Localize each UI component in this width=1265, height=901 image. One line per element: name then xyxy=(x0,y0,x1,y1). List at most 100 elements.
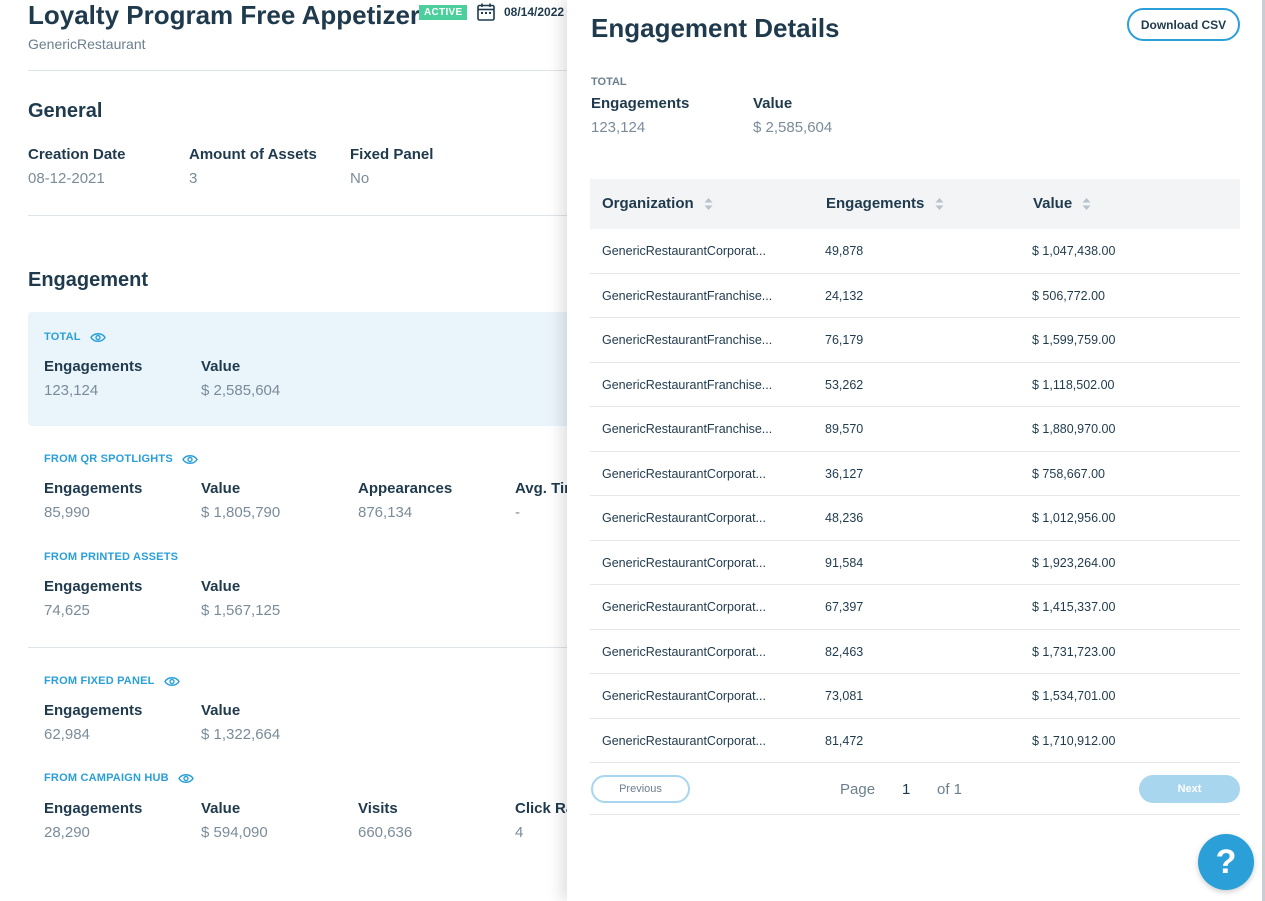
cell-value: $ 1,731,723.00 xyxy=(1032,644,1116,659)
cell-organization: GenericRestaurantCorporat... xyxy=(602,733,766,748)
fixed-engagements-value: 62,984 xyxy=(44,726,90,743)
eye-icon[interactable] xyxy=(182,454,198,465)
fixed-panel-source-label: FROM FIXED PANEL xyxy=(44,675,180,687)
table-row: GenericRestaurantFranchise... 53,262 $ 1,1… xyxy=(590,363,1240,407)
qr-value: $ 1,805,790 xyxy=(201,504,281,521)
divider xyxy=(28,70,568,71)
qr-appearances-label: Appearances xyxy=(358,480,453,497)
hub-engagements-value: 28,290 xyxy=(44,824,90,841)
cell-organization: GenericRestaurantFranchise... xyxy=(602,377,773,392)
table-row: GenericRestaurantCorporat... 81,472 $ 1,71… xyxy=(590,719,1240,763)
fixed-panel-label: Fixed Panel xyxy=(350,146,434,163)
engagement-details-drawer: Engagement Details Download CSV TOTAL En… xyxy=(567,0,1265,901)
qr-appearances-value: 876,134 xyxy=(358,504,413,521)
qr-avg-time-label: Avg. Tir xyxy=(515,480,571,497)
organization-name: GenericRestaurant xyxy=(28,36,146,52)
drawer-total-label: TOTAL xyxy=(591,76,627,88)
total-value-label: Value xyxy=(201,358,241,375)
total-engagements-value: 123,124 xyxy=(44,382,99,399)
cell-organization: GenericRestaurantCorporat... xyxy=(602,511,766,525)
cell-value: $ 1,923,264.00 xyxy=(1032,555,1116,570)
assets-label: Amount of Assets xyxy=(189,146,317,163)
cell-engagements: 73,081 xyxy=(825,689,864,703)
table-row: GenericRestaurantCorporat... 91,584 $ 1,92… xyxy=(590,541,1240,585)
table-row: GenericRestaurantCorporat... 48,236 $ 1,01… xyxy=(590,496,1240,541)
cell-engagements: 81,472 xyxy=(825,733,864,748)
cell-engagements: 82,463 xyxy=(825,644,864,659)
cell-value: $ 1,710,912.00 xyxy=(1032,733,1116,748)
table-row: GenericRestaurantCorporat... 67,397 $ 1,41… xyxy=(590,585,1240,630)
column-header-value[interactable]: Value xyxy=(1033,195,1091,212)
total-value: $ 2,585,604 xyxy=(201,382,281,399)
hub-engagements-label: Engagements xyxy=(44,800,143,817)
sort-icon[interactable] xyxy=(935,197,944,211)
cell-engagements: 76,179 xyxy=(825,333,864,347)
table-row: GenericRestaurantFranchise... 89,570 $ 1,8… xyxy=(590,407,1240,452)
column-header-organization[interactable]: Organization xyxy=(602,195,713,212)
qr-engagements-label: Engagements xyxy=(44,480,143,497)
page-number-input[interactable]: 1 xyxy=(902,781,910,798)
drawer-value-label: Value xyxy=(753,95,793,112)
drawer-title: Engagement Details xyxy=(591,13,840,43)
fixed-value: $ 1,322,664 xyxy=(201,726,281,743)
printed-engagements-value: 74,625 xyxy=(44,602,90,619)
hub-value-label: Value xyxy=(201,800,241,817)
table-row: GenericRestaurantCorporat... 49,878 $ 1,04… xyxy=(590,229,1240,274)
eye-icon[interactable] xyxy=(178,773,194,784)
hub-click-rate-value: 4 xyxy=(515,824,524,841)
cell-value: $ 1,118,502.00 xyxy=(1032,377,1115,392)
sort-icon[interactable] xyxy=(704,197,713,211)
download-csv-button[interactable]: Download CSV xyxy=(1127,8,1240,41)
table-row: GenericRestaurantFranchise... 24,132 $ 506… xyxy=(590,274,1240,318)
fixed-value-label: Value xyxy=(201,702,241,719)
campaign-date[interactable]: 08/14/2022 xyxy=(504,5,564,19)
cell-value: $ 1,880,970.00 xyxy=(1032,422,1116,436)
cell-value: $ 1,534,701.00 xyxy=(1032,689,1116,703)
campaign-hub-label: FROM CAMPAIGN HUB xyxy=(44,772,194,784)
cell-engagements: 89,570 xyxy=(825,422,864,436)
cell-organization: GenericRestaurantCorporat... xyxy=(602,244,766,258)
eye-icon[interactable] xyxy=(89,332,106,343)
engagement-title: Engagement xyxy=(28,269,149,291)
printed-value: $ 1,567,125 xyxy=(201,602,281,619)
qr-engagements-value: 85,990 xyxy=(44,504,90,521)
cell-organization: GenericRestaurantCorporat... xyxy=(602,644,766,659)
hub-click-rate-label: Click Ra xyxy=(515,800,575,817)
calendar-icon[interactable] xyxy=(476,2,496,22)
previous-button[interactable]: Previous xyxy=(591,775,690,803)
status-badge: ACTIVE xyxy=(419,5,468,20)
cell-engagements: 49,878 xyxy=(825,244,864,258)
assets-value: 3 xyxy=(189,170,198,187)
creation-date-label: Creation Date xyxy=(28,146,126,163)
cell-value: $ 1,047,438.00 xyxy=(1032,244,1116,258)
creation-date-value: 08-12-2021 xyxy=(28,170,105,187)
next-button[interactable]: Next xyxy=(1139,775,1240,803)
cell-organization: GenericRestaurantFranchise... xyxy=(602,422,773,436)
sort-icon[interactable] xyxy=(1082,197,1091,211)
divider xyxy=(28,215,568,216)
qr-value-label: Value xyxy=(201,480,241,497)
column-header-engagements[interactable]: Engagements xyxy=(826,195,944,212)
cell-organization: GenericRestaurantFranchise... xyxy=(602,288,773,303)
cell-engagements: 24,132 xyxy=(825,288,864,303)
table-header: Organization Engagements Value xyxy=(590,179,1240,229)
total-label: TOTAL xyxy=(44,331,106,343)
hub-value: $ 594,090 xyxy=(201,824,268,841)
printed-assets-label: FROM PRINTED ASSETS xyxy=(44,551,179,563)
general-title: General xyxy=(28,100,103,122)
cell-engagements: 48,236 xyxy=(825,511,864,525)
total-engagements-label: Engagements xyxy=(44,358,143,375)
printed-value-label: Value xyxy=(201,578,241,595)
printed-engagements-label: Engagements xyxy=(44,578,143,595)
drawer-value: $ 2,585,604 xyxy=(753,119,833,136)
hub-visits-label: Visits xyxy=(358,800,398,817)
eye-icon[interactable] xyxy=(163,676,180,687)
qr-spotlights-label: FROM QR SPOTLIGHTS xyxy=(44,453,198,465)
help-button[interactable]: ? xyxy=(1198,834,1254,890)
table-row: GenericRestaurantFranchise... 76,179 $ 1,5… xyxy=(590,318,1240,363)
engagement-table: Organization Engagements Value GenericRe… xyxy=(590,179,1240,763)
divider xyxy=(28,647,568,648)
table-row: GenericRestaurantCorporat... 82,463 $ 1,73… xyxy=(590,630,1240,674)
cell-value: $ 1,012,956.00 xyxy=(1032,511,1116,525)
cell-organization: GenericRestaurantCorporat... xyxy=(602,466,766,481)
